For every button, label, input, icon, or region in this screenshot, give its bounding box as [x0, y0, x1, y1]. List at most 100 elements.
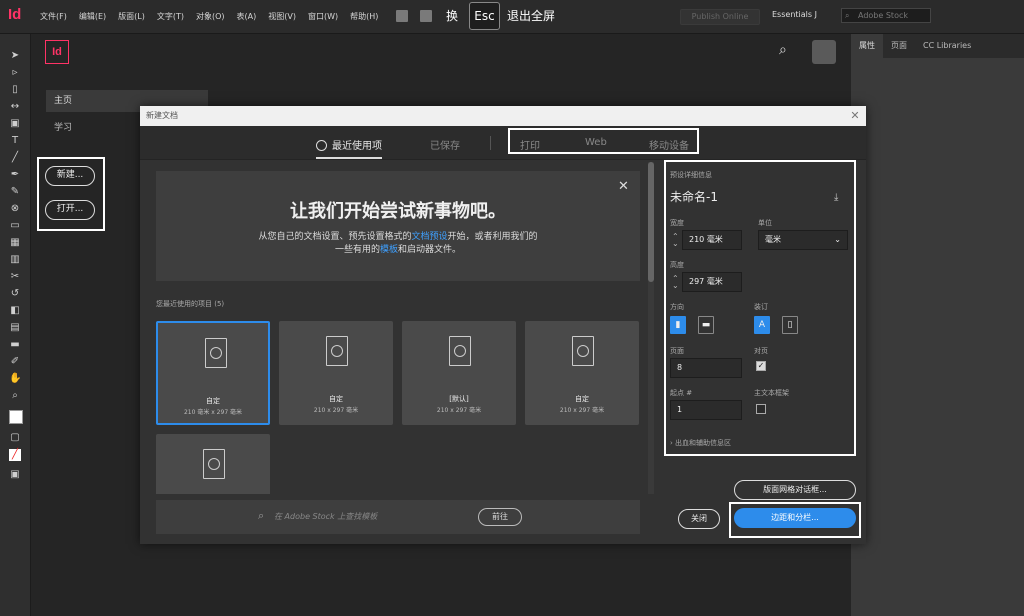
- publish-online-button[interactable]: Publish Online: [680, 9, 760, 25]
- menu-edit[interactable]: 编辑(E): [79, 11, 106, 22]
- banner-text: 开始，或者利用我们的: [447, 232, 538, 242]
- width-field[interactable]: 210 毫米: [682, 230, 742, 250]
- line-tool-icon[interactable]: ╱: [9, 152, 21, 164]
- stock-search-input[interactable]: 在 Adobe Stock 上查找模板: [274, 511, 377, 522]
- pen-tool-icon[interactable]: ✒: [9, 169, 21, 181]
- ellipse-frame-icon[interactable]: ⊗: [9, 203, 21, 215]
- tab-pages[interactable]: 页面: [883, 34, 915, 58]
- frame-grid-icon[interactable]: ▦: [9, 237, 21, 249]
- landscape-icon[interactable]: ▬: [698, 316, 714, 334]
- height-field[interactable]: 297 毫米: [682, 272, 742, 292]
- margins-columns-button[interactable]: 边距和分栏...: [734, 508, 856, 528]
- card-name: [默认]: [449, 395, 469, 403]
- esc-key[interactable]: Esc: [469, 2, 500, 30]
- recent-card[interactable]: 自定 210 x 297 毫米: [525, 321, 639, 425]
- units-select[interactable]: 毫米 ⌄: [758, 230, 848, 250]
- rectangle-tool-icon[interactable]: ▭: [9, 220, 21, 232]
- scrollbar[interactable]: [648, 162, 654, 494]
- grid-tool-icon[interactable]: ▥: [9, 254, 21, 266]
- document-name[interactable]: 未命名-1: [670, 188, 718, 205]
- tab-properties[interactable]: 属性: [851, 34, 883, 58]
- menu-type[interactable]: 文字(T): [157, 11, 184, 22]
- menu-object[interactable]: 对象(O): [196, 11, 225, 22]
- recent-card[interactable]: [156, 434, 270, 494]
- facing-pages-checkbox[interactable]: ✓: [756, 361, 766, 371]
- menu-table[interactable]: 表(A): [237, 11, 257, 22]
- card-name: 自定: [575, 395, 589, 403]
- primary-frame-checkbox[interactable]: [756, 404, 766, 414]
- direct-selection-tool-icon[interactable]: ▹: [9, 67, 21, 79]
- recent-card[interactable]: 自定 210 毫米 x 297 毫米: [156, 321, 270, 425]
- preset-details-label: 预设详细信息: [670, 171, 712, 179]
- selection-tool-icon[interactable]: ➤: [9, 50, 21, 62]
- banner-heading: 让我们开始尝试新事物吧。: [290, 201, 506, 222]
- open-button[interactable]: 打开...: [45, 200, 95, 220]
- height-stepper-icon[interactable]: ⌃ ⌄: [672, 275, 679, 290]
- recent-card[interactable]: 自定 210 x 297 毫米: [279, 321, 393, 425]
- properties-panel: 属性 页面 CC Libraries: [851, 34, 1024, 616]
- content-collector-icon[interactable]: ▣: [9, 118, 21, 130]
- gap-tool-icon[interactable]: ↔: [9, 101, 21, 113]
- free-transform-icon[interactable]: ↺: [9, 288, 21, 300]
- menu-file[interactable]: 文件(F): [40, 11, 67, 22]
- new-button[interactable]: 新建...: [45, 166, 95, 186]
- right-to-left-binding-icon[interactable]: ▯: [782, 316, 798, 334]
- recent-card[interactable]: [默认] 210 x 297 毫米: [402, 321, 516, 425]
- go-button[interactable]: 前往: [478, 508, 522, 526]
- fill-swatch-icon[interactable]: [9, 410, 23, 424]
- avatar[interactable]: [812, 40, 836, 64]
- portrait-icon[interactable]: ▮: [670, 316, 686, 334]
- formatting-container-icon[interactable]: ▢: [9, 432, 21, 444]
- pages-field[interactable]: 8: [670, 358, 742, 378]
- menu-view[interactable]: 视图(V): [268, 11, 296, 22]
- close-icon[interactable]: ✕: [618, 179, 629, 194]
- nav-learn[interactable]: 学习: [54, 120, 72, 133]
- binding-label: 装订: [754, 303, 768, 311]
- stock-search-bar: ⌕ 在 Adobe Stock 上查找模板 前往: [156, 500, 640, 534]
- tab-recent[interactable]: 最近使用项: [316, 137, 382, 159]
- start-field[interactable]: 1: [670, 400, 742, 420]
- tab-separator: [490, 136, 491, 150]
- menu-help[interactable]: 帮助(H): [350, 11, 378, 22]
- bridge-icon[interactable]: [396, 10, 408, 22]
- width-stepper-icon[interactable]: ⌃ ⌄: [672, 233, 679, 248]
- zoom-tool-icon[interactable]: ⌕: [9, 390, 21, 402]
- banner-text: 从您自己的文档设置、预先设置格式的: [258, 232, 412, 242]
- bleed-slug-toggle[interactable]: › 出血和辅助信息区: [670, 438, 731, 448]
- scrollbar-thumb[interactable]: [648, 162, 654, 282]
- gradient-feather-icon[interactable]: ▤: [9, 322, 21, 334]
- gradient-swatch-icon[interactable]: ◧: [9, 305, 21, 317]
- menu-layout[interactable]: 版面(L): [118, 11, 145, 22]
- zoom-level-icon[interactable]: [420, 10, 432, 22]
- type-tool-icon[interactable]: T: [9, 135, 21, 147]
- note-tool-icon[interactable]: ▬: [9, 339, 21, 351]
- banner-text: 和启动器文件。: [398, 245, 462, 255]
- eyedropper-tool-icon[interactable]: ✐: [9, 356, 21, 368]
- chevron-down-icon: ⌄: [834, 235, 841, 244]
- save-preset-icon[interactable]: ⤓: [834, 192, 838, 203]
- apply-none-icon[interactable]: ╱: [9, 449, 21, 461]
- hand-tool-icon[interactable]: ✋: [9, 373, 21, 385]
- screen-mode-icon[interactable]: ▣: [9, 469, 21, 481]
- layout-grid-button[interactable]: 版面网格对话框...: [734, 480, 856, 500]
- adobe-stock-search[interactable]: ⌕ Adobe Stock: [841, 8, 931, 23]
- search-icon[interactable]: ⌕: [779, 42, 795, 58]
- close-button[interactable]: 关闭: [678, 509, 720, 529]
- tab-cc-libraries[interactable]: CC Libraries: [915, 34, 979, 58]
- document-presets-link[interactable]: 文档预设: [411, 232, 447, 242]
- tab-saved[interactable]: 已保存: [430, 137, 460, 152]
- menu-window[interactable]: 窗口(W): [308, 11, 338, 22]
- exit-fullscreen-hint[interactable]: 退出全屏: [507, 7, 555, 24]
- dialog-title: 新建文档: [140, 106, 866, 126]
- workspace-switcher[interactable]: Essentials J: [772, 10, 817, 19]
- units-label: 单位: [758, 219, 772, 227]
- start-label: 起点 #: [670, 389, 693, 397]
- pencil-tool-icon[interactable]: ✎: [9, 186, 21, 198]
- facing-pages-label: 对页: [754, 347, 768, 355]
- left-to-right-binding-icon[interactable]: A: [754, 316, 770, 334]
- close-icon[interactable]: ✕: [848, 109, 862, 123]
- templates-link[interactable]: 模板: [380, 245, 398, 255]
- new-document-dialog: 新建文档 ✕ 最近使用项 已保存 打印 Web 移动设备 让我们开始尝试新事物吧…: [140, 106, 866, 544]
- scissors-tool-icon[interactable]: ✂: [9, 271, 21, 283]
- page-tool-icon[interactable]: ▯: [9, 84, 21, 96]
